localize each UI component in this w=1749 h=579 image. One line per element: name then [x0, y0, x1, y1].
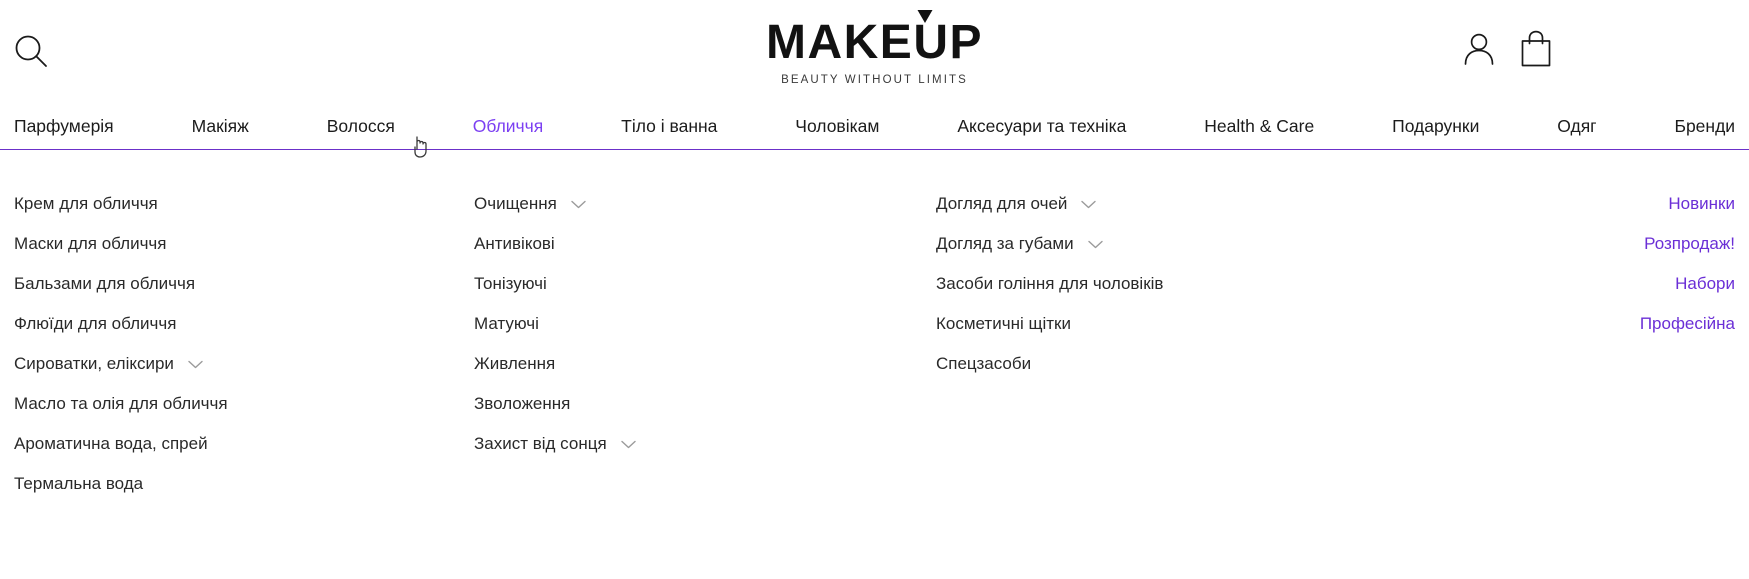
chevron-down-icon: [1081, 200, 1097, 208]
menu-item-label: Засоби гоління для чоловіків: [936, 274, 1164, 293]
nav-item-body-and-bath[interactable]: Тіло і ванна: [621, 116, 717, 149]
search-icon[interactable]: [14, 34, 48, 68]
menu-item-label: Зволоження: [474, 394, 571, 413]
site-header: MAKEUP BEAUTY WITHOUT LIMITS: [0, 0, 1749, 105]
nav-item-makeup[interactable]: Макіяж: [192, 116, 249, 149]
menu-item-special-products[interactable]: Спецзасоби: [936, 344, 1396, 384]
site-logo[interactable]: MAKEUP BEAUTY WITHOUT LIMITS: [765, 10, 984, 86]
menu-item-label: Крем для обличчя: [14, 194, 158, 213]
nav-item-perfumery[interactable]: Парфумерія: [14, 116, 114, 149]
menu-item-label: Масло та олія для обличчя: [14, 394, 228, 413]
chevron-down-icon: [188, 360, 203, 368]
menu-item-label: Косметичні щітки: [936, 314, 1071, 333]
menu-item-label: Розпродаж!: [1644, 234, 1735, 253]
menu-item-aromatic-water-spray[interactable]: Ароматична вода, спрей: [14, 424, 474, 464]
menu-item-label: Ароматична вода, спрей: [14, 434, 208, 453]
mega-column-face-care-products: Крем для обличчя Маски для обличчя Бальз…: [14, 184, 474, 504]
menu-item-face-oils[interactable]: Масло та олія для обличчя: [14, 384, 474, 424]
menu-item-label: Бальзами для обличчя: [14, 274, 196, 293]
chevron-down-icon: [1087, 240, 1103, 248]
menu-item-sets[interactable]: Набори: [1396, 264, 1735, 304]
logo-text: MAKEUP: [765, 16, 984, 69]
menu-item-nourishing[interactable]: Живлення: [474, 344, 936, 384]
nav-item-hair[interactable]: Волосся: [327, 116, 395, 149]
nav-item-for-men[interactable]: Чоловікам: [795, 116, 879, 149]
nav-item-health-and-care[interactable]: Health & Care: [1204, 116, 1314, 149]
mega-menu-dropdown: Крем для обличчя Маски для обличчя Бальз…: [0, 150, 1749, 504]
menu-item-label: Новинки: [1668, 194, 1735, 213]
menu-item-mens-shaving-products[interactable]: Засоби гоління для чоловіків: [936, 264, 1396, 304]
logo-wordmark: MAKEUP: [765, 10, 984, 69]
logo-tagline: BEAUTY WITHOUT LIMITS: [781, 74, 968, 86]
nav-item-face[interactable]: Обличчя: [473, 116, 544, 149]
menu-item-mattifying[interactable]: Матуючі: [474, 304, 936, 344]
menu-item-eye-care[interactable]: Догляд для очей: [936, 184, 1396, 224]
mega-column-specialized-care: Догляд для очей Догляд за губами Засоби …: [936, 184, 1396, 504]
menu-item-label: Захист від сонця: [474, 434, 607, 453]
menu-item-label: Маски для обличчя: [14, 234, 167, 253]
menu-item-thermal-water[interactable]: Термальна вода: [14, 464, 474, 504]
shopping-bag-icon[interactable]: [1519, 30, 1553, 68]
nav-item-clothing[interactable]: Одяг: [1557, 116, 1596, 149]
menu-item-label: Догляд для очей: [936, 194, 1068, 213]
nav-item-gifts[interactable]: Подарунки: [1392, 116, 1479, 149]
menu-item-face-fluids[interactable]: Флюїди для обличчя: [14, 304, 474, 344]
menu-item-anti-aging[interactable]: Антивікові: [474, 224, 936, 264]
menu-item-toning[interactable]: Тонізуючі: [474, 264, 936, 304]
menu-item-label: Сироватки, еліксири: [14, 354, 174, 373]
menu-item-label: Догляд за губами: [936, 234, 1074, 253]
menu-item-new-arrivals[interactable]: Новинки: [1396, 184, 1735, 224]
menu-item-lip-care[interactable]: Догляд за губами: [936, 224, 1396, 264]
user-account-icon[interactable]: [1462, 30, 1496, 68]
menu-item-sun-protection[interactable]: Захист від сонця: [474, 424, 936, 464]
menu-item-face-masks[interactable]: Маски для обличчя: [14, 224, 474, 264]
main-navigation: Парфумерія Макіяж Волосся Обличчя Тіло і…: [0, 105, 1749, 158]
menu-item-label: Спецзасоби: [936, 354, 1032, 373]
menu-item-label: Очищення: [474, 194, 557, 213]
menu-item-label: Живлення: [474, 354, 556, 373]
menu-item-professional[interactable]: Професійна: [1396, 304, 1735, 344]
nav-item-brands[interactable]: Бренди: [1674, 116, 1735, 149]
menu-item-face-balms[interactable]: Бальзами для обличчя: [14, 264, 474, 304]
diamond-gem-icon: [916, 10, 932, 23]
menu-item-label: Набори: [1675, 274, 1735, 293]
menu-item-cleansing[interactable]: Очищення: [474, 184, 936, 224]
menu-item-label: Тонізуючі: [474, 274, 547, 293]
menu-item-face-cream[interactable]: Крем для обличчя: [14, 184, 474, 224]
mega-column-treatment-types: Очищення Антивікові Тонізуючі Матуючі Жи…: [474, 184, 936, 504]
menu-item-sale[interactable]: Розпродаж!: [1396, 224, 1735, 264]
mega-column-promo-links: Новинки Розпродаж! Набори Професійна: [1396, 184, 1735, 504]
menu-item-label: Флюїди для обличчя: [14, 314, 177, 333]
page-root: MAKEUP BEAUTY WITHOUT LIMITS Парфумерія …: [0, 0, 1749, 579]
menu-item-label: Термальна вода: [14, 474, 144, 493]
chevron-down-icon: [620, 440, 636, 448]
menu-item-label: Матуючі: [474, 314, 539, 333]
menu-item-moisturizing[interactable]: Зволоження: [474, 384, 936, 424]
nav-item-accessories-and-devices[interactable]: Аксесуари та техніка: [957, 116, 1126, 149]
menu-item-serums-elixirs[interactable]: Сироватки, еліксири: [14, 344, 474, 384]
menu-item-label: Антивікові: [474, 234, 555, 253]
menu-item-label: Професійна: [1639, 314, 1735, 333]
chevron-down-icon: [571, 200, 586, 208]
menu-item-cosmetic-brushes[interactable]: Косметичні щітки: [936, 304, 1396, 344]
